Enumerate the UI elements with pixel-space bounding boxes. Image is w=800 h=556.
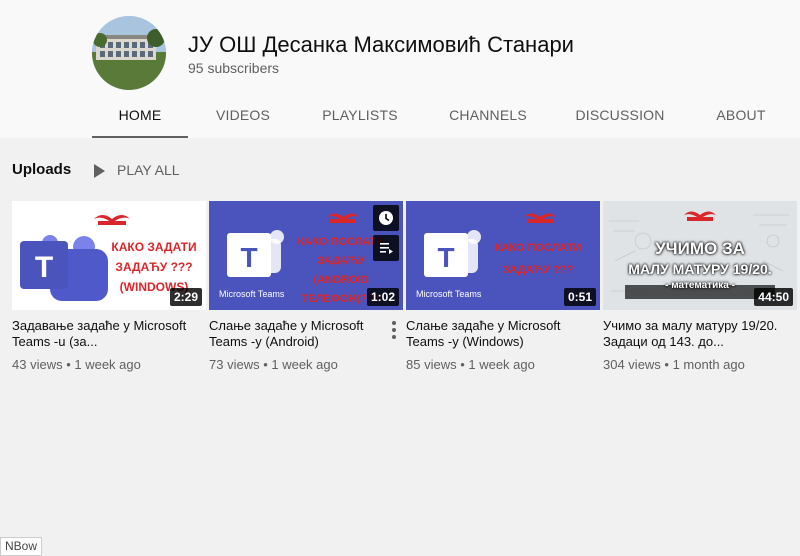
- tab-about-label: ABOUT: [716, 107, 766, 123]
- more-actions-button[interactable]: [389, 319, 399, 341]
- tab-channels[interactable]: CHANNELS: [442, 96, 534, 136]
- video-thumbnail[interactable]: T КАКО ЗАДАТИ ЗАДАЋУ ??? (WINDOWS) 2:29: [12, 201, 206, 310]
- thumbnail-text: УЧИМО ЗА МАЛУ МАТУРУ 19/20. - математика…: [628, 239, 772, 291]
- video-card[interactable]: T Microsoft Teams КАКО ПОСЛАТИ ЗАДАЋУ (A…: [209, 201, 403, 381]
- tab-about[interactable]: ABOUT: [706, 96, 776, 136]
- video-meta: 304 views • 1 month ago: [603, 357, 745, 372]
- watch-later-button[interactable]: [373, 205, 399, 231]
- tab-videos-label: VIDEOS: [215, 107, 271, 123]
- video-title[interactable]: Слање задаће у Microsoft Teams -у (Windo…: [406, 318, 586, 350]
- svg-text:T: T: [35, 251, 53, 284]
- video-title[interactable]: Слање задаће у Microsoft Teams -у (Andro…: [209, 318, 389, 350]
- tab-playlists[interactable]: PLAYLISTS: [314, 96, 406, 136]
- video-title[interactable]: Учимо за малу матуру 19/20. Задаци од 14…: [603, 318, 783, 350]
- play-icon: [94, 164, 105, 178]
- corner-badge: NBow: [0, 537, 43, 556]
- video-duration: 2:29: [169, 288, 202, 306]
- tab-home-label: HOME: [118, 107, 162, 123]
- add-to-queue-button[interactable]: [373, 235, 399, 261]
- video-duration: 44:50: [754, 288, 793, 306]
- subscriber-count: 95 subscribers: [188, 60, 280, 76]
- clock-icon: [379, 211, 393, 225]
- channel-tabs: HOME VIDEOS PLAYLISTS CHANNELS DISCUSSIO…: [92, 96, 800, 138]
- video-title[interactable]: Задавање задаће у Microsoft Teams -u (за…: [12, 318, 192, 350]
- tab-playlists-label: PLAYLISTS: [322, 107, 398, 123]
- tab-discussion[interactable]: DISCUSSION: [574, 96, 666, 136]
- play-all-label: PLAY ALL: [117, 162, 180, 178]
- video-thumbnail[interactable]: УЧИМО ЗА МАЛУ МАТУРУ 19/20. - математика…: [603, 201, 797, 310]
- active-tab-indicator: [92, 136, 188, 138]
- channel-header: ЈУ ОШ Десанка Максимовић Станари 95 subs…: [0, 0, 800, 138]
- thumbnail-caption: Microsoft Teams: [416, 289, 482, 299]
- channel-avatar[interactable]: [92, 16, 166, 90]
- video-thumbnail[interactable]: T Microsoft Teams КАКО ПОСЛАТИ ЗАДАЋУ ??…: [406, 201, 600, 310]
- video-meta: 73 views • 1 week ago: [209, 357, 338, 372]
- thumbnail-caption: Microsoft Teams: [219, 289, 285, 299]
- uploads-title[interactable]: Uploads: [12, 161, 71, 178]
- channel-title: ЈУ ОШ Десанка Максимовић Станари: [188, 32, 574, 57]
- svg-text:T: T: [240, 242, 257, 273]
- tab-videos[interactable]: VIDEOS: [200, 96, 286, 136]
- video-card[interactable]: T КАКО ЗАДАТИ ЗАДАЋУ ??? (WINDOWS) 2:29 …: [12, 201, 206, 381]
- uploads-header: Uploads PLAY ALL: [12, 161, 712, 181]
- video-meta: 43 views • 1 week ago: [12, 357, 141, 372]
- tab-home[interactable]: HOME: [92, 96, 188, 138]
- video-duration: 0:51: [563, 288, 596, 306]
- video-thumbnail[interactable]: T Microsoft Teams КАКО ПОСЛАТИ ЗАДАЋУ (A…: [209, 201, 403, 310]
- tab-channels-label: CHANNELS: [449, 107, 527, 123]
- tab-discussion-label: DISCUSSION: [575, 107, 665, 123]
- video-meta: 85 views • 1 week ago: [406, 357, 535, 372]
- video-card[interactable]: T Microsoft Teams КАКО ПОСЛАТИ ЗАДАЋУ ??…: [406, 201, 600, 381]
- svg-text:T: T: [437, 242, 454, 273]
- video-card[interactable]: УЧИМО ЗА МАЛУ МАТУРУ 19/20. - математика…: [603, 201, 797, 381]
- video-duration: 1:02: [366, 288, 399, 306]
- queue-icon: [380, 243, 393, 254]
- thumbnail-text: КАКО ПОСЛАТИ ЗАДАЋУ ???: [494, 242, 582, 276]
